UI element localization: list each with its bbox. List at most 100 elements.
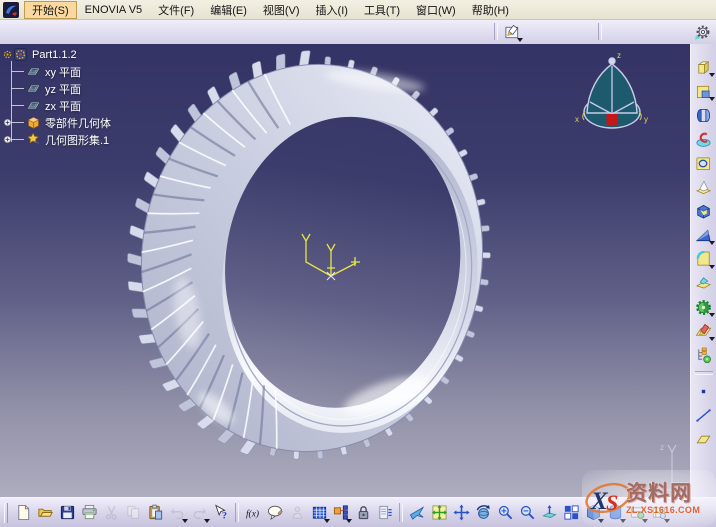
menu-item-start[interactable]: 开始(S)	[24, 1, 77, 19]
pan-button[interactable]	[450, 502, 472, 524]
lock-button[interactable]	[352, 502, 374, 524]
toolbar-separator	[235, 503, 239, 522]
shell-icon	[695, 203, 712, 220]
compass-handle[interactable]	[609, 58, 615, 64]
sketcher-button[interactable]	[693, 320, 715, 342]
tree-branch	[11, 122, 24, 123]
pad-button[interactable]	[693, 56, 715, 78]
app-logo-icon	[3, 2, 19, 18]
zoom-in-button[interactable]	[494, 502, 516, 524]
menu-item-view[interactable]: 视图(V)	[255, 1, 308, 19]
tree-item-label[interactable]: 零部件几何体	[45, 115, 111, 131]
copy-icon	[125, 504, 142, 521]
rotate-icon	[475, 504, 492, 521]
tree-item[interactable]: yz 平面	[2, 80, 111, 97]
new-document-button[interactable]	[12, 502, 34, 524]
catalog-icon	[695, 347, 712, 364]
treegeoset-icon	[26, 132, 41, 147]
dropdown-caret-icon[interactable]	[709, 73, 715, 77]
rotate-button[interactable]	[472, 502, 494, 524]
chamfer-button[interactable]	[693, 224, 715, 246]
toolbar-grip[interactable]	[4, 503, 8, 523]
hole-button[interactable]	[693, 152, 715, 174]
settings-button[interactable]	[691, 21, 713, 43]
pan-icon	[453, 504, 470, 521]
dropdown-caret-icon[interactable]	[709, 265, 715, 269]
save-button[interactable]	[56, 502, 78, 524]
print-icon	[81, 504, 98, 521]
cut-button[interactable]	[100, 502, 122, 524]
new-document-icon	[15, 504, 32, 521]
rib-button[interactable]	[693, 128, 715, 150]
thickness-button[interactable]	[693, 272, 715, 294]
menu-item-tools[interactable]: 工具(T)	[356, 1, 408, 19]
menu-item-help[interactable]: 帮助(H)	[464, 1, 517, 19]
print-button[interactable]	[78, 502, 100, 524]
shell-button[interactable]	[693, 200, 715, 222]
menu-item-enovia[interactable]: ENOVIA V5	[77, 3, 150, 17]
copy-button[interactable]	[122, 502, 144, 524]
menu-item-insert[interactable]: 插入(I)	[308, 1, 356, 19]
menu-item-file[interactable]: 文件(F)	[150, 1, 202, 19]
specification-tree: Part1.1.2 xy 平面yz 平面zx 平面零部件几何体几何图形集.1	[2, 46, 111, 148]
tree-item-label[interactable]: zx 平面	[45, 98, 81, 114]
design-table-button[interactable]	[308, 502, 330, 524]
tree-item-label[interactable]: xy 平面	[45, 64, 81, 80]
tree-item[interactable]: 零部件几何体	[2, 114, 111, 131]
viewport-3d[interactable]: z x y z Part1.1.2xy 平面yz 平面zx 平面零部件几何体几何…	[0, 44, 690, 497]
fit-all-in-button[interactable]	[428, 502, 450, 524]
dropdown-caret-icon[interactable]	[709, 337, 715, 341]
treeplane-icon	[26, 64, 41, 79]
catalog-button[interactable]	[693, 344, 715, 366]
compass-center[interactable]	[607, 114, 618, 125]
redo-button[interactable]	[188, 502, 210, 524]
rib-icon	[695, 131, 712, 148]
point-button[interactable]	[693, 380, 715, 402]
menu-item-window[interactable]: 窗口(W)	[408, 1, 464, 19]
plane-button[interactable]	[693, 428, 715, 450]
edge-fillet-button[interactable]	[693, 248, 715, 270]
tree-item[interactable]: xy 平面	[2, 63, 111, 80]
formula-button[interactable]: f(x)	[242, 502, 264, 524]
line-button[interactable]	[693, 404, 715, 426]
open-button[interactable]	[34, 502, 56, 524]
paste-button[interactable]	[144, 502, 166, 524]
check-analysis-button[interactable]	[374, 502, 396, 524]
dropdown-caret-icon[interactable]	[709, 97, 715, 101]
normal-view-button[interactable]	[538, 502, 560, 524]
dropdown-caret-icon[interactable]	[709, 313, 715, 317]
watermark-site-url: ZL.XS1616.COM	[626, 506, 700, 515]
dropdown-caret-icon[interactable]	[517, 38, 523, 42]
multi-view-button[interactable]	[560, 502, 582, 524]
tree-item-label[interactable]: 几何图形集.1	[45, 132, 109, 148]
power-copy-button[interactable]	[286, 502, 308, 524]
tree-item[interactable]: 几何图形集.1	[2, 131, 111, 148]
shaft-button[interactable]	[693, 104, 715, 126]
tree-root-label[interactable]: Part1.1.2	[32, 49, 77, 61]
thickness-icon	[695, 275, 712, 292]
comment-icon	[267, 504, 284, 521]
tree-item-label[interactable]: yz 平面	[45, 81, 81, 97]
comment-button[interactable]	[264, 502, 286, 524]
fly-mode-button[interactable]	[406, 502, 428, 524]
dropdown-caret-icon[interactable]	[709, 241, 715, 245]
toolbar-separator	[598, 23, 602, 40]
watermark-logo-s: S	[606, 490, 618, 515]
whats-this-button[interactable]: ?	[210, 502, 232, 524]
sketch-tools-button[interactable]	[501, 21, 523, 43]
menu-item-edit[interactable]: 编辑(E)	[202, 1, 255, 19]
tree-root[interactable]: Part1.1.2	[2, 46, 111, 63]
paste-icon	[147, 504, 164, 521]
knowledge-template-button[interactable]	[330, 502, 352, 524]
point-icon	[695, 383, 712, 400]
pocket-button[interactable]	[693, 80, 715, 102]
draft-angle-button[interactable]	[693, 176, 715, 198]
watermark: X S 资料网 ZL.XS1616.COM	[582, 470, 716, 527]
boolean-operations-button[interactable]	[693, 296, 715, 318]
top-toolbar	[0, 20, 716, 45]
undo-button[interactable]	[166, 502, 188, 524]
hole-icon	[695, 155, 712, 172]
tree-item[interactable]: zx 平面	[2, 97, 111, 114]
zoom-out-button[interactable]	[516, 502, 538, 524]
draft-angle-icon	[695, 179, 712, 196]
